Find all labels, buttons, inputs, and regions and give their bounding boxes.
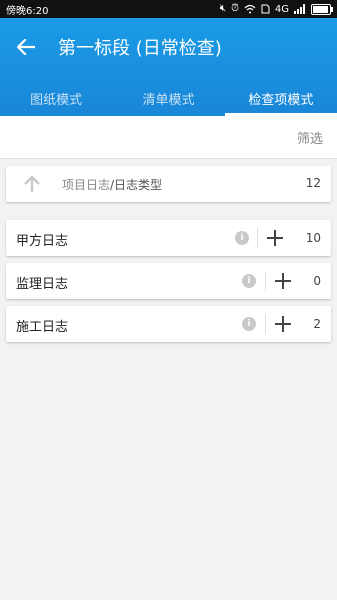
list-item-title: 施工日志 (16, 320, 69, 335)
parent-level-row[interactable]: 项目日志/日志类型 12 (6, 166, 331, 202)
back-arrow-icon (17, 39, 35, 55)
tab-drawing-mode[interactable]: 图纸模式 (0, 80, 112, 116)
parent-count: 12 (305, 176, 321, 190)
network-type: 4G (274, 3, 289, 15)
back-button[interactable] (14, 35, 38, 59)
list-item[interactable]: 监理日志 i 0 (6, 263, 331, 299)
breadcrumb-parent: 项目日志 (62, 178, 111, 192)
status-icons: 🔇︎ ⏰︎ 4G (219, 3, 333, 15)
list-item-count: 10 (305, 231, 321, 245)
wifi-icon (244, 4, 256, 14)
tab-list-mode[interactable]: 清单模式 (112, 80, 224, 116)
status-bar: 傍晚6:20 🔇︎ ⏰︎ 4G (0, 0, 337, 18)
info-icon[interactable]: i (235, 231, 249, 245)
row-divider (265, 271, 266, 291)
breadcrumb-current: /日志类型 (110, 178, 163, 192)
mute-icon: 🔇︎ (219, 3, 227, 14)
info-icon[interactable]: i (242, 274, 256, 288)
list-item-title: 甲方日志 (16, 234, 69, 249)
filter-bar: 筛选 (0, 116, 337, 159)
row-divider (265, 314, 266, 334)
signal-icon (294, 4, 305, 14)
add-button[interactable] (264, 227, 286, 249)
list-item[interactable]: 施工日志 i 2 (6, 306, 331, 342)
info-icon[interactable]: i (242, 317, 256, 331)
up-arrow-icon (24, 175, 40, 192)
row-divider (257, 228, 258, 248)
filter-button[interactable]: 筛选 (297, 128, 323, 147)
add-button[interactable] (272, 270, 294, 292)
battery-level (313, 5, 329, 13)
list-item[interactable]: 甲方日志 i 10 (6, 220, 331, 256)
tab-bar: 图纸模式 清单模式 检查项模式 (0, 80, 337, 116)
status-time: 傍晚6:20 (6, 5, 49, 17)
tab-inspection-item-mode[interactable]: 检查项模式 (224, 80, 337, 116)
sim-icon (261, 4, 270, 14)
breadcrumb: 项目日志/日志类型 (62, 176, 162, 193)
alarm-icon: ⏰︎ (231, 3, 239, 14)
list-item-count: 0 (313, 274, 321, 288)
page-title: 第一标段 (日常检查) (58, 38, 222, 59)
list-item-count: 2 (313, 317, 321, 331)
app-bar: 第一标段 (日常检查) 图纸模式 清单模式 检查项模式 (0, 18, 337, 116)
list-item-title: 监理日志 (16, 277, 69, 292)
battery-icon (311, 3, 333, 15)
add-button[interactable] (272, 313, 294, 335)
